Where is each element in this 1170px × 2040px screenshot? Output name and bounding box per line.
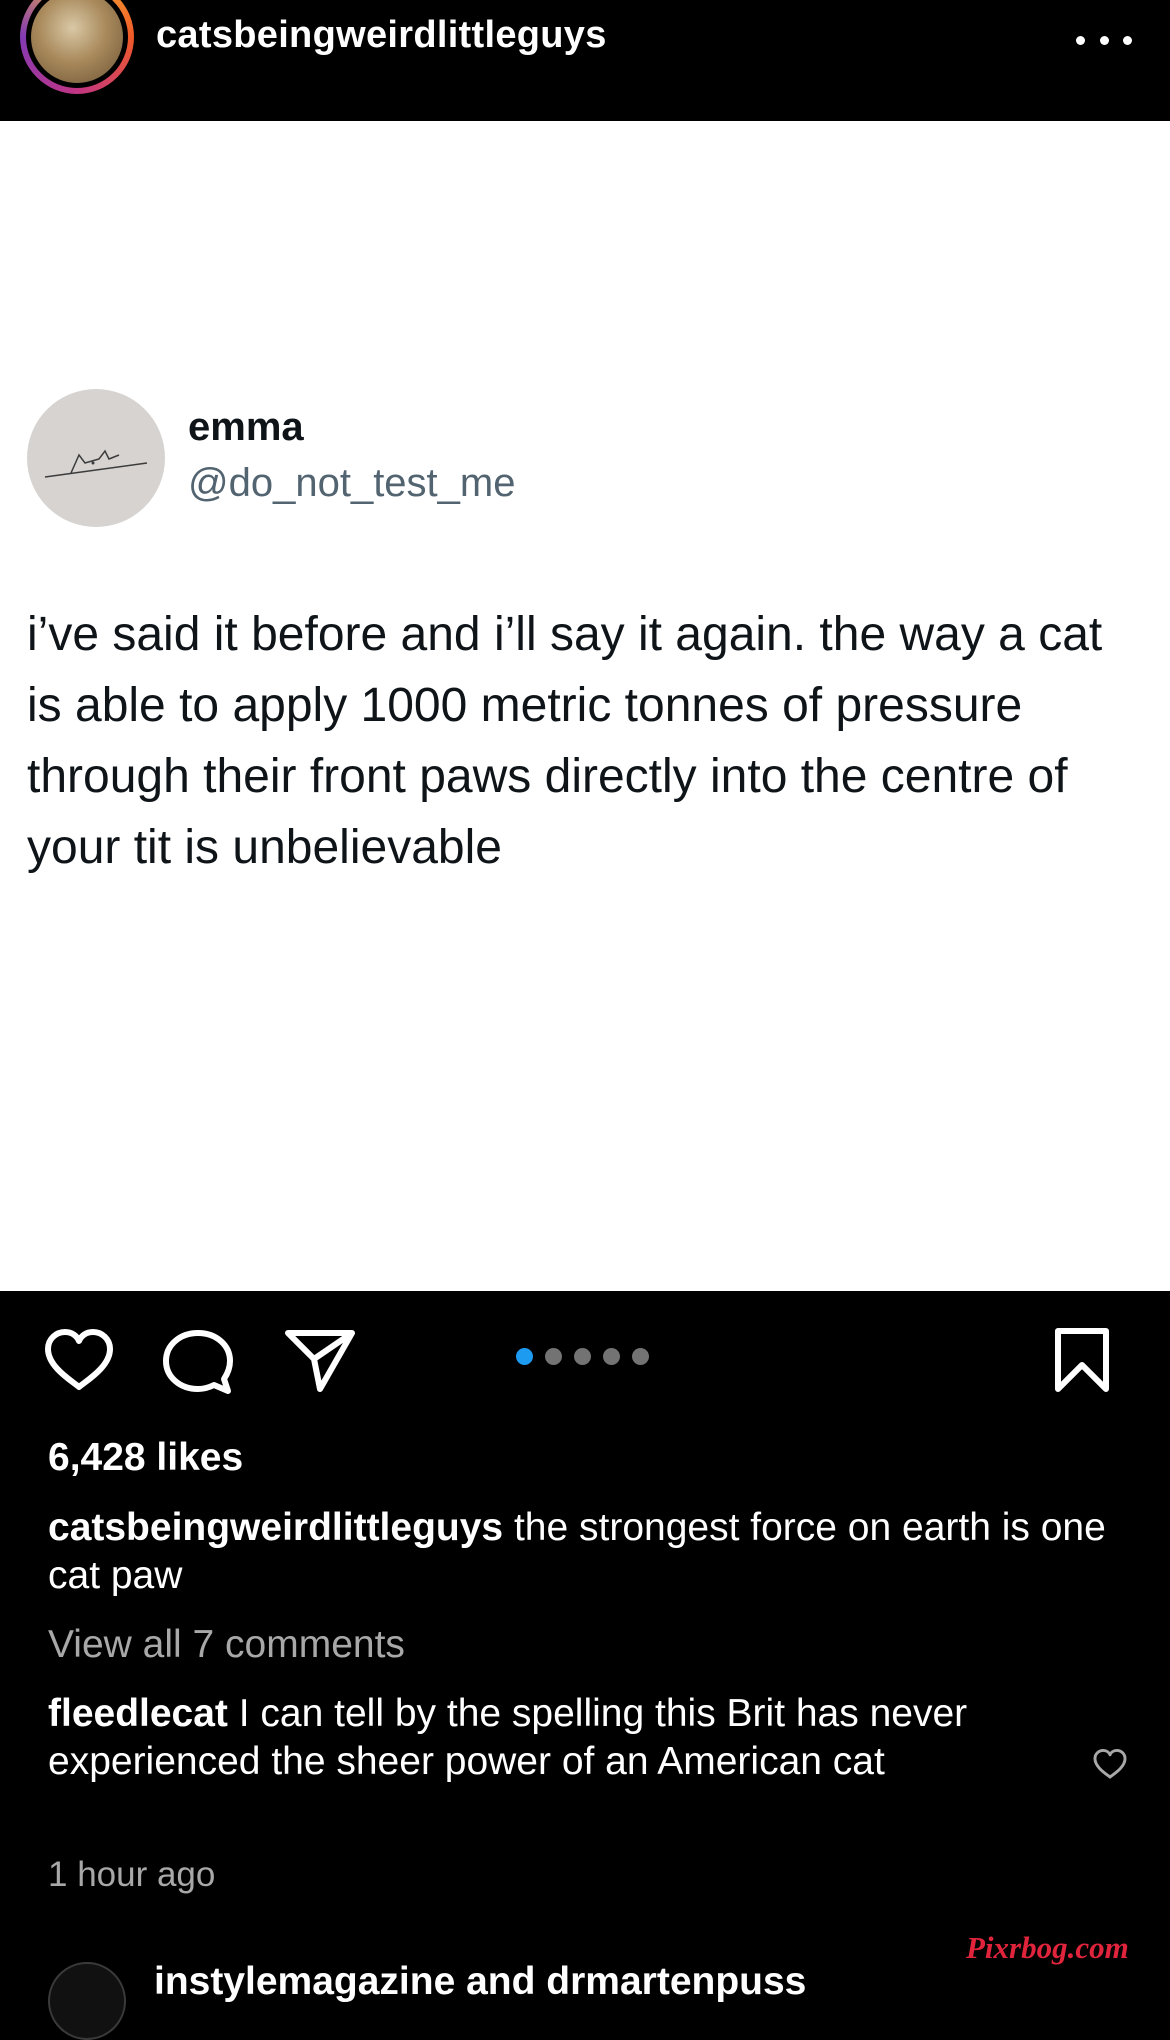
carousel-dot	[632, 1348, 649, 1365]
post-header: catsbeingweirdlittleguys	[0, 0, 1170, 121]
likes-count[interactable]: 6,428 likes	[48, 1436, 243, 1480]
comment-username[interactable]: fleedlecat	[48, 1692, 228, 1735]
carousel-indicator	[516, 1348, 649, 1365]
carousel-dot	[574, 1348, 591, 1365]
watermark: Pixrbog.com	[966, 1930, 1129, 1965]
tweet-avatar	[27, 389, 165, 527]
story-avatar[interactable]	[20, 0, 134, 94]
next-comment-avatar[interactable]	[48, 1962, 126, 2040]
heart-icon[interactable]	[42, 1327, 116, 1393]
view-all-comments-link[interactable]: View all 7 comments	[48, 1623, 405, 1667]
tweet-author-handle: @do_not_test_me	[188, 461, 516, 505]
comment-timestamp: 1 hour ago	[48, 1855, 216, 1894]
carousel-dot	[603, 1348, 620, 1365]
comment: fleedlecat I can tell by the spelling th…	[48, 1690, 1058, 1786]
ellipsis-icon[interactable]	[1076, 30, 1132, 50]
carousel-dot	[545, 1348, 562, 1365]
next-comment-username[interactable]: instylemagazine and drmartenpuss	[154, 1960, 806, 2004]
send-icon[interactable]	[284, 1327, 356, 1395]
avatar	[31, 0, 123, 83]
tweet-text: i’ve said it before and i’ll say it agai…	[27, 608, 1103, 874]
comment-icon[interactable]	[162, 1327, 234, 1399]
header-username[interactable]: catsbeingweirdlittleguys	[156, 14, 607, 57]
carousel-dot-active	[516, 1348, 533, 1365]
bookmark-icon[interactable]	[1052, 1327, 1112, 1393]
post-image[interactable]: emma @do_not_test_me i’ve said it before…	[0, 121, 1170, 1291]
comment-like-heart-icon[interactable]	[1092, 1748, 1128, 1780]
caption-username[interactable]: catsbeingweirdlittleguys	[48, 1506, 503, 1549]
tweet-author-name: emma	[188, 405, 304, 449]
post-caption: catsbeingweirdlittleguys the strongest f…	[48, 1504, 1108, 1600]
